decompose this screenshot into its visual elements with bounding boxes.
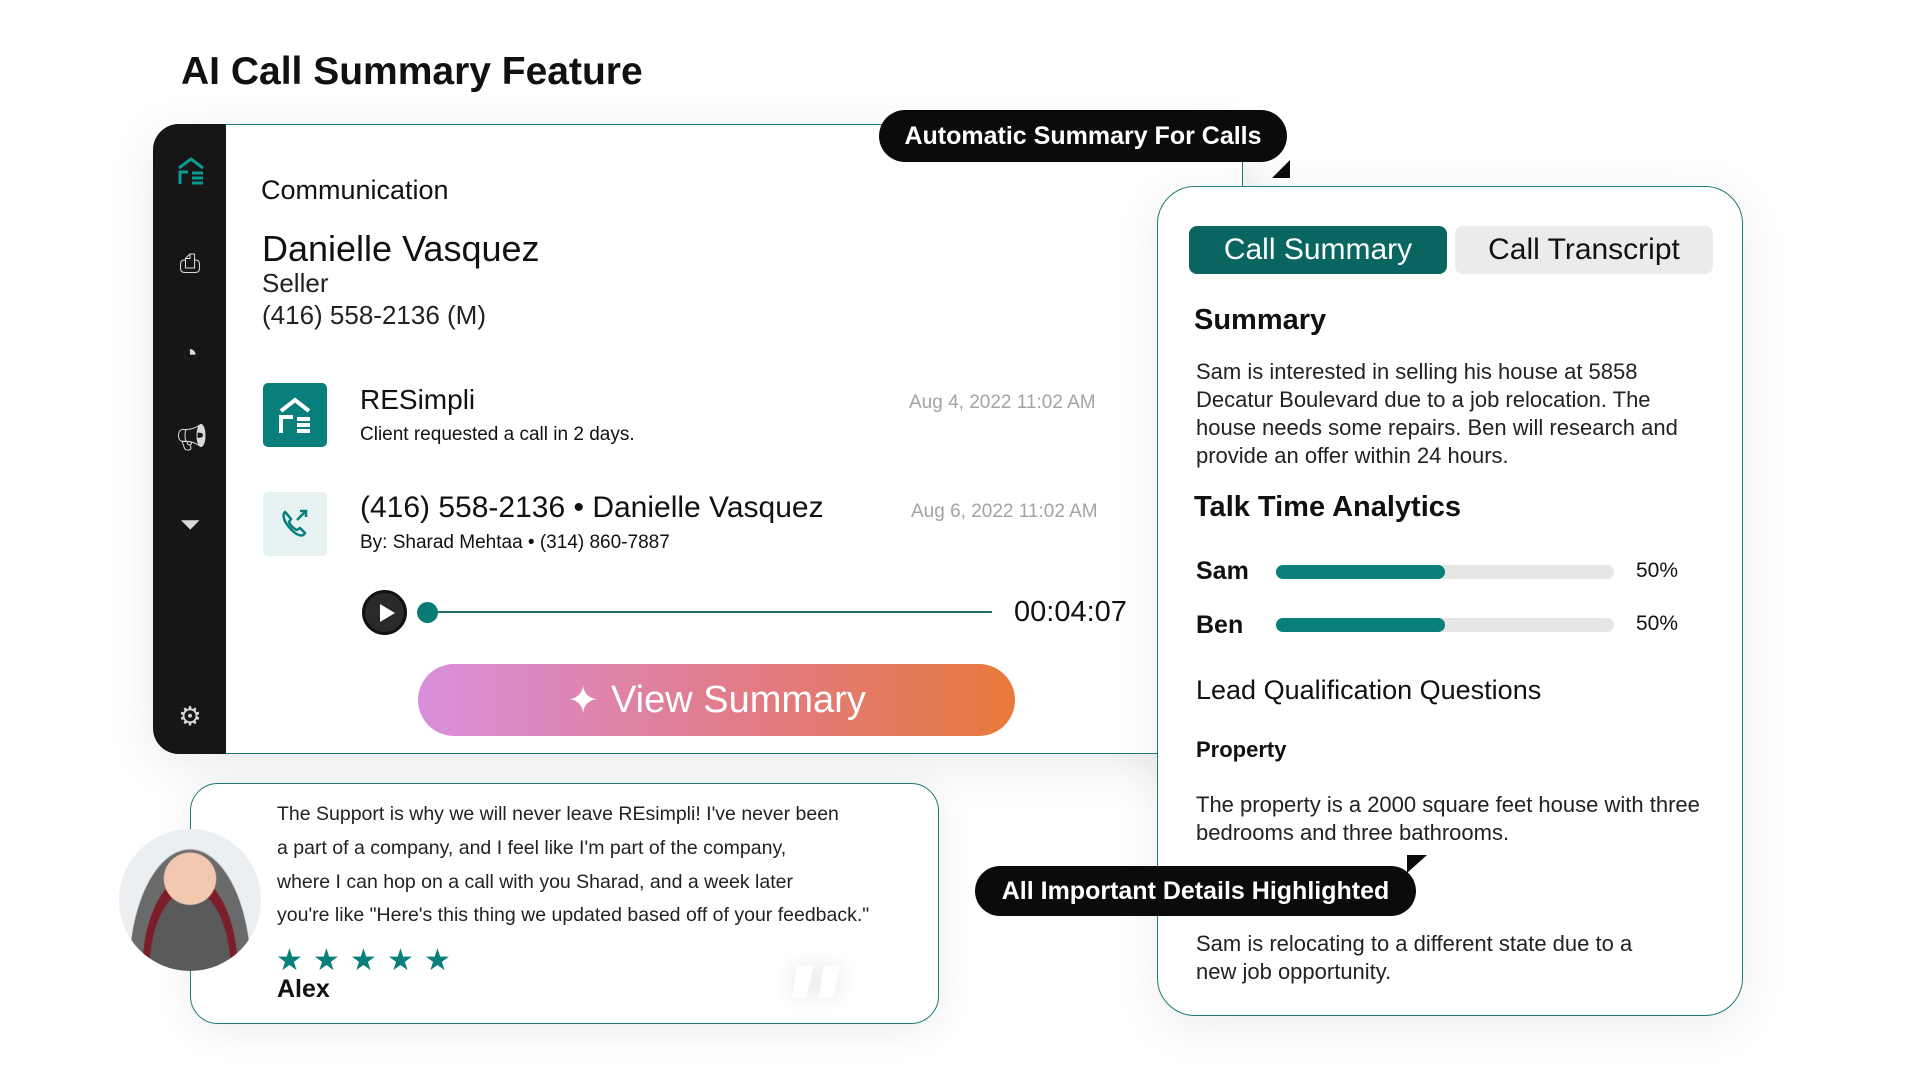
- talk-percent: 50%: [1636, 612, 1679, 635]
- talk-bar: [1276, 618, 1614, 632]
- sidebar: ⎙ ◔ 📢︎ ⏷ ⚙: [153, 124, 226, 754]
- testimonial-line: a part of a company, and I feel like I'm…: [277, 837, 787, 859]
- quote-mark-icon: ": [778, 937, 840, 1083]
- audio-duration: 00:04:07: [1014, 596, 1127, 628]
- summary-heading: Summary: [1194, 304, 1327, 336]
- contact-role: Seller: [262, 268, 329, 298]
- talk-percent: 50%: [1636, 559, 1679, 582]
- inbox-icon[interactable]: ⎙: [175, 248, 205, 278]
- gear-icon[interactable]: ⚙: [175, 701, 205, 731]
- testimonial-line: you're like "Here's this thing we update…: [277, 904, 870, 926]
- view-summary-button[interactable]: ✦ View Summary: [418, 664, 1015, 736]
- contact-phone[interactable]: (416) 558-2136 (M): [262, 300, 486, 331]
- property-text: The property is a 2000 square feet house…: [1196, 792, 1700, 845]
- sparkle-icon: ✦: [567, 679, 600, 722]
- relocation-text: Sam is relocating to a different state d…: [1196, 931, 1633, 984]
- talk-bar-fill: [1276, 565, 1445, 579]
- play-button[interactable]: [362, 590, 407, 635]
- section-heading: Communication: [261, 175, 449, 205]
- star-icon: ★: [387, 944, 414, 977]
- page-title: AI Call Summary Feature: [181, 50, 643, 93]
- callout-pointer: [1272, 160, 1290, 178]
- activity-title: RESimpli: [360, 384, 476, 415]
- property-heading: Property: [1196, 737, 1287, 762]
- phone-outgoing-icon: [263, 492, 327, 556]
- chart-icon[interactable]: ◔: [175, 338, 205, 368]
- tab-call-transcript[interactable]: Call Transcript: [1455, 226, 1713, 274]
- view-summary-label: View Summary: [611, 678, 866, 721]
- megaphone-icon[interactable]: 📢︎: [175, 422, 208, 452]
- talk-time-heading: Talk Time Analytics: [1194, 491, 1462, 523]
- call-title[interactable]: (416) 558-2136 • Danielle Vasquez: [360, 491, 824, 525]
- lead-heading: Lead Qualification Questions: [1196, 675, 1542, 705]
- funnel-icon[interactable]: ⏷: [175, 509, 205, 539]
- testimonial-line: where I can hop on a call with you Shara…: [277, 871, 793, 893]
- callout-details-highlighted: All Important Details Highlighted: [975, 866, 1416, 916]
- call-subtitle: By: Sharad Mehtaa • (314) 860-7887: [360, 532, 670, 553]
- call-date: Aug 6, 2022 11:02 AM: [911, 501, 1098, 522]
- activity-date: Aug 4, 2022 11:02 AM: [909, 392, 1096, 413]
- star-icon: ★: [350, 944, 377, 977]
- summary-text: Sam is interested in selling his house a…: [1196, 359, 1678, 468]
- testimonial-author: Alex: [277, 975, 330, 1003]
- star-icon: ★: [313, 944, 340, 977]
- tab-call-summary[interactable]: Call Summary: [1189, 226, 1447, 274]
- talk-bar: [1276, 565, 1614, 579]
- avatar: [119, 829, 261, 971]
- resimpli-logo-icon: [263, 383, 327, 447]
- contact-name: Danielle Vasquez: [262, 228, 540, 269]
- activity-subtitle: Client requested a call in 2 days.: [360, 424, 635, 445]
- audio-progress-track[interactable]: [427, 611, 992, 613]
- testimonial-line: The Support is why we will never leave R…: [277, 803, 839, 825]
- resimpli-logo-icon[interactable]: [175, 156, 205, 186]
- callout-automatic-summary: Automatic Summary For Calls: [879, 110, 1287, 162]
- talk-name: Sam: [1196, 557, 1249, 585]
- audio-scrubber-handle[interactable]: [417, 602, 438, 623]
- talk-name: Ben: [1196, 611, 1244, 639]
- star-icon: ★: [276, 944, 303, 977]
- talk-bar-fill: [1276, 618, 1445, 632]
- star-icon: ★: [424, 944, 451, 977]
- callout-pointer: [1407, 855, 1427, 873]
